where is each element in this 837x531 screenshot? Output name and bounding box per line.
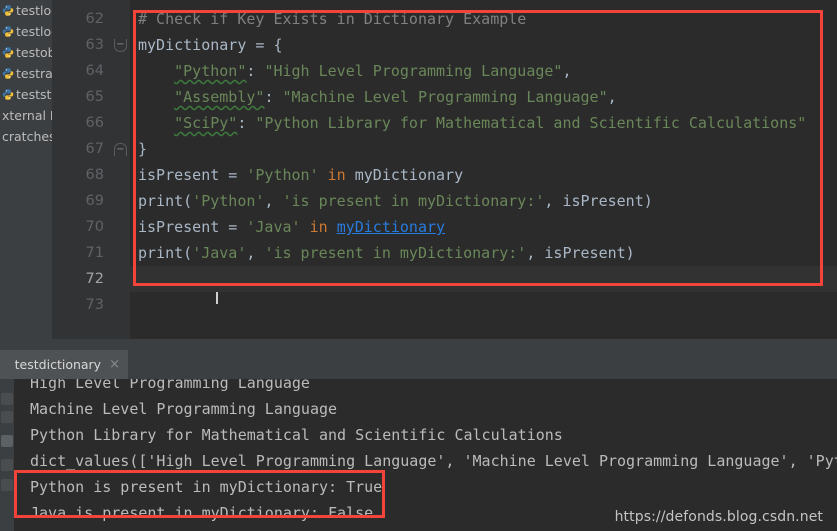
python-file-icon (8, 364, 9, 365)
line-number-72: 72 (85, 271, 104, 287)
annotation-box-output (14, 470, 385, 518)
scroll-end-icon[interactable] (1, 459, 13, 471)
console-output-line: Python Library for Mathematical and Scie… (30, 426, 563, 444)
tree-bottom-filler (0, 339, 52, 350)
console-output-line: Machine Level Programming Language (30, 400, 338, 418)
rerun-icon[interactable] (1, 393, 13, 405)
fold-open-icon[interactable]: − (114, 39, 127, 52)
editor-bottom-filler (52, 339, 837, 350)
watermark-url: https://defonds.blog.csdn.net (614, 509, 823, 525)
line-number-63: 63 (85, 37, 104, 53)
ide-window: testlogictestlooptestobjetestrandteststr… (0, 0, 837, 531)
stop-icon[interactable] (1, 411, 13, 423)
line-number-69: 69 (85, 193, 104, 209)
run-console-panel: testdictionary × High Level Programming … (0, 350, 837, 531)
console-output-line: High Level Programming Language (30, 379, 310, 392)
print-icon[interactable] (1, 435, 13, 447)
line-number-67: 67 (85, 141, 104, 157)
line-number-73: 73 (85, 297, 104, 313)
line-number-71: 71 (85, 245, 104, 261)
line-number-66: 66 (85, 115, 104, 131)
line-number-62: 62 (85, 11, 104, 27)
close-icon[interactable]: × (109, 357, 120, 372)
console-side-toolbar[interactable] (0, 379, 14, 531)
line-number-70: 70 (85, 219, 104, 235)
editor-gutter[interactable]: 62 63−64 65 66 67−68 69 70 71 72 73 (52, 0, 130, 339)
line-number-68: 68 (85, 167, 104, 183)
console-tab-testdictionary[interactable]: testdictionary × (0, 350, 128, 379)
console-tabbar: testdictionary × (0, 350, 837, 379)
annotation-box-code (133, 10, 823, 286)
fold-close-icon[interactable]: − (114, 143, 127, 156)
console-tab-label: testdictionary (14, 357, 102, 372)
line-number-65: 65 (85, 89, 104, 105)
line-number-64: 64 (85, 63, 104, 79)
soft-wrap-icon[interactable] (1, 479, 13, 491)
